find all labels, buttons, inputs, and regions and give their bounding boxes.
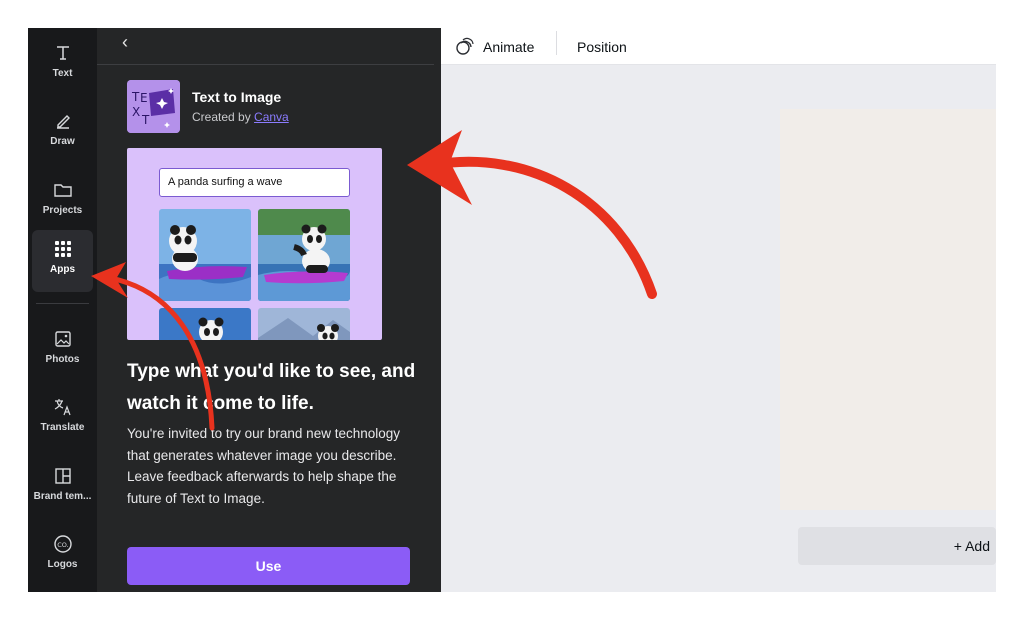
photo-icon	[52, 328, 74, 350]
logo-badge-icon: CO.	[52, 533, 74, 555]
rail-item-draw[interactable]: Draw	[32, 102, 93, 160]
app-description: You're invited to try our brand new tech…	[127, 426, 400, 506]
rail-label-brand-templates: Brand tem...	[33, 491, 92, 502]
toolbar-divider	[556, 31, 557, 55]
apps-grid-icon	[52, 238, 74, 260]
svg-text:T: T	[141, 113, 150, 127]
rail-item-translate[interactable]: Translate	[32, 388, 93, 446]
preview-tile-1	[159, 209, 251, 301]
rail-label-text: Text	[52, 68, 73, 79]
design-page[interactable]	[780, 109, 996, 510]
translate-icon	[52, 396, 74, 418]
prompt-example-field: A panda surfing a wave	[159, 168, 350, 197]
editor-toolbar: Animate Position	[441, 28, 996, 65]
draw-icon	[52, 110, 74, 132]
preview-tile-4	[258, 308, 350, 340]
brand-template-icon	[52, 465, 74, 487]
svg-text:T: T	[131, 90, 140, 104]
chevron-left-icon: ‹	[122, 31, 128, 52]
rail-item-photos[interactable]: Photos	[32, 320, 93, 378]
rail-label-projects: Projects	[42, 205, 83, 216]
add-page-button[interactable]: + Add	[798, 527, 996, 565]
animate-label: Animate	[483, 38, 535, 55]
rail-label-translate: Translate	[40, 422, 85, 433]
back-button[interactable]: ‹	[115, 32, 135, 52]
rail-item-text[interactable]: Text	[32, 34, 93, 92]
design-canvas-area: + Add	[441, 65, 996, 592]
icon-rail: Text Draw Projects Apps Photos Translate…	[28, 28, 97, 592]
app-title: Text to Image	[192, 89, 282, 105]
use-button[interactable]: Use	[127, 547, 410, 585]
animate-icon	[455, 37, 475, 57]
position-button[interactable]: Position	[577, 28, 627, 65]
app-headline: Type what you'd like to see, and watch i…	[127, 361, 416, 414]
rail-item-brand-templates[interactable]: Brand tem...	[32, 457, 93, 515]
rail-label-apps: Apps	[50, 264, 75, 275]
svg-text:CO.: CO.	[57, 541, 68, 549]
svg-text:E: E	[140, 91, 148, 105]
creator-link[interactable]: Canva	[254, 110, 289, 124]
rail-item-apps[interactable]: Apps	[32, 230, 93, 292]
created-by-text: Created by	[192, 110, 255, 124]
rail-item-logos[interactable]: CO. Logos	[32, 525, 93, 583]
panel-divider	[97, 64, 434, 65]
svg-text:X: X	[132, 105, 140, 119]
rail-divider	[36, 303, 89, 304]
rail-label-draw: Draw	[50, 136, 75, 147]
rail-label-logos: Logos	[47, 559, 78, 570]
text-to-image-app-logo: T E X T	[127, 80, 180, 133]
folder-icon	[52, 179, 74, 201]
app-preview-image: A panda surfing a wave	[127, 148, 382, 340]
rail-label-photos: Photos	[45, 354, 80, 365]
preview-tile-2	[258, 209, 350, 301]
preview-tile-3	[159, 308, 251, 340]
rail-item-projects[interactable]: Projects	[32, 171, 93, 229]
animate-button[interactable]: Animate	[455, 28, 534, 65]
app-detail-panel: ‹ T E X T Text to Image Created by Canva…	[97, 28, 441, 592]
text-icon	[52, 42, 74, 64]
app-creator: Created by Canva	[192, 110, 289, 124]
